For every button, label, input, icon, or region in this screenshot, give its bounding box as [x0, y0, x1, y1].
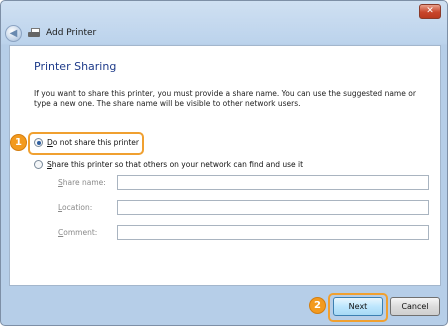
wizard-title: Add Printer [46, 28, 97, 38]
location-input[interactable] [117, 200, 429, 215]
wizard-content: Printer Sharing If you want to share thi… [9, 45, 441, 286]
page-title: Printer Sharing [34, 60, 117, 73]
share-name-label: Share name: [58, 178, 106, 187]
comment-input[interactable] [117, 225, 429, 240]
radio-share[interactable]: Share this printer so that others on you… [34, 160, 303, 169]
back-button[interactable]: ◀ [5, 24, 22, 42]
comment-label: Comment: [58, 228, 98, 237]
wizard-footer: 2 Next Cancel [1, 285, 447, 325]
cancel-button[interactable]: Cancel [390, 297, 440, 316]
radio-do-not-share-label: Do not share this printer [47, 138, 139, 147]
add-printer-window: ✕ ◀ Add Printer Printer Sharing If you w… [0, 0, 448, 326]
back-arrow-icon: ◀ [9, 27, 18, 39]
radio-button[interactable] [34, 160, 43, 169]
close-button[interactable]: ✕ [419, 4, 441, 19]
wizard-header: ◀ Add Printer [5, 23, 96, 43]
page-description: If you want to share this printer, you m… [34, 89, 416, 108]
radio-do-not-share[interactable]: Do not share this printer [34, 138, 139, 147]
title-bar: ✕ [1, 1, 447, 23]
close-icon: ✕ [426, 6, 434, 16]
callout-1-number: 1 [15, 137, 22, 148]
location-label: Location: [58, 203, 93, 212]
callout-2-number: 2 [314, 300, 321, 311]
callout-2-badge: 2 [309, 297, 326, 314]
share-name-input[interactable] [117, 175, 429, 190]
printer-icon [28, 27, 41, 39]
callout-1-badge: 1 [10, 134, 27, 151]
next-button[interactable]: Next [333, 297, 383, 316]
radio-button-checked[interactable] [34, 138, 43, 147]
radio-share-label: Share this printer so that others on you… [47, 160, 304, 169]
